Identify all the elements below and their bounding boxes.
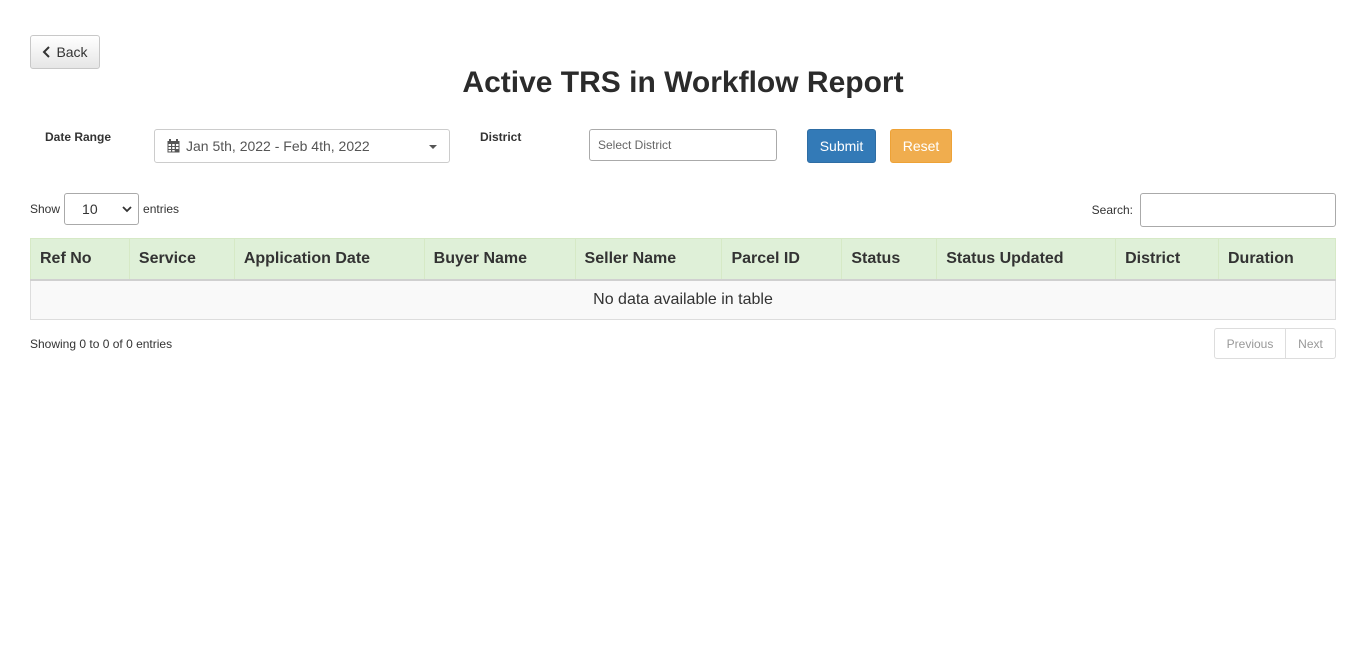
report-table: Ref No Service Application Date Buyer Na… bbox=[30, 238, 1336, 320]
chevron-down-icon bbox=[122, 206, 132, 213]
search-label: Search: bbox=[1091, 203, 1133, 217]
page-length-control: Show 10 entries bbox=[30, 193, 179, 225]
reset-button[interactable]: Reset bbox=[890, 129, 952, 163]
date-range-value: Jan 5th, 2022 - Feb 4th, 2022 bbox=[186, 138, 370, 154]
column-header-parcel-id[interactable]: Parcel ID bbox=[721, 238, 843, 281]
column-header-district[interactable]: District bbox=[1115, 238, 1219, 281]
search-input[interactable] bbox=[1140, 193, 1336, 227]
table-header: Ref No Service Application Date Buyer Na… bbox=[30, 238, 1336, 281]
district-label: District bbox=[480, 130, 522, 144]
pagination: Previous Next bbox=[1214, 328, 1336, 359]
page-length-select[interactable]: 10 bbox=[64, 193, 140, 225]
entries-label: entries bbox=[143, 202, 180, 216]
table-body: No data available in table bbox=[30, 279, 1336, 320]
column-header-service[interactable]: Service bbox=[128, 238, 235, 281]
table-info: Showing 0 to 0 of 0 entries bbox=[30, 337, 173, 351]
date-range-label: Date Range bbox=[45, 130, 112, 144]
header-row: Ref No Service Application Date Buyer Na… bbox=[30, 238, 1336, 281]
column-header-status[interactable]: Status bbox=[841, 238, 938, 281]
column-header-buyer-name[interactable]: Buyer Name bbox=[423, 238, 576, 281]
column-header-seller-name[interactable]: Seller Name bbox=[574, 238, 723, 281]
table-search: Search: bbox=[1092, 193, 1336, 227]
next-page-button[interactable]: Next bbox=[1286, 328, 1336, 359]
page-length-value: 10 bbox=[82, 201, 98, 217]
empty-table-message: No data available in table bbox=[30, 279, 1336, 320]
column-header-duration[interactable]: Duration bbox=[1218, 238, 1336, 281]
calendar-icon bbox=[167, 139, 180, 153]
back-button[interactable]: Back bbox=[30, 35, 100, 69]
page-title: Active TRS in Workflow Report bbox=[462, 66, 904, 99]
report-page: Back Active TRS in Workflow Report Date … bbox=[0, 0, 1366, 657]
back-button-label: Back bbox=[56, 44, 88, 60]
column-header-status-updated[interactable]: Status Updated bbox=[936, 238, 1117, 281]
previous-page-button[interactable]: Previous bbox=[1214, 328, 1286, 359]
column-header-application-date[interactable]: Application Date bbox=[233, 238, 425, 281]
caret-down-icon bbox=[429, 145, 437, 149]
show-label: Show bbox=[30, 202, 61, 216]
chevron-left-icon bbox=[43, 46, 51, 58]
district-input[interactable] bbox=[589, 129, 777, 161]
date-range-picker[interactable]: Jan 5th, 2022 - Feb 4th, 2022 bbox=[154, 129, 450, 163]
submit-button[interactable]: Submit bbox=[807, 129, 876, 163]
column-header-ref-no[interactable]: Ref No bbox=[30, 238, 130, 281]
table-row: No data available in table bbox=[30, 279, 1336, 320]
